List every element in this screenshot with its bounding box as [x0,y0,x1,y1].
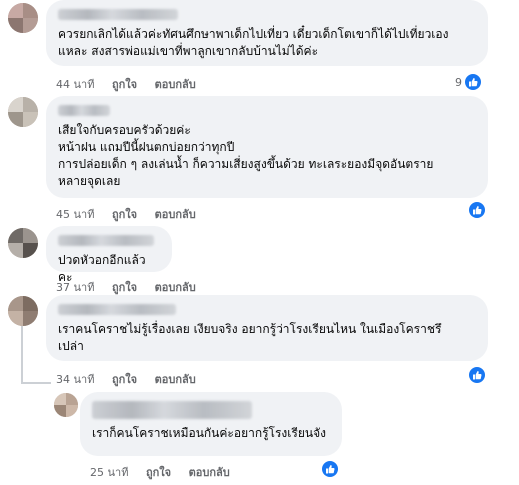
comment-text: ควรยกเลิกได้แล้วค่ะทัศนศึกษาพาเด็กไปเที่… [58,27,449,58]
like-icon [469,202,485,218]
author-name[interactable] [92,401,252,419]
avatar[interactable] [54,393,78,417]
reply-button[interactable]: ตอบกลับ [155,78,196,91]
reply-button[interactable]: ตอบกลับ [189,466,230,479]
author-name[interactable] [58,304,176,315]
comment-meta: 44 นาที ถูกใจ ตอบกลับ [56,75,210,93]
author-name[interactable] [58,9,178,20]
reaction-summary[interactable] [469,200,485,220]
reaction-summary[interactable] [322,459,338,479]
like-button[interactable]: ถูกใจ [112,78,137,91]
reply-bubble: เราก็คนโคราชเหมือนกันค่ะอยากรู้โรงเรียนจ… [80,392,342,456]
thread-branch [21,382,51,384]
like-button[interactable]: ถูกใจ [112,208,137,221]
reply-button[interactable]: ตอบกลับ [155,281,196,294]
comment-bubble: เสียใจกับครอบครัวด้วยค่ะ หน้าฝน แถมปีนี้… [46,96,488,198]
comment-text: เราก็คนโคราชเหมือนกันค่ะอยากรู้โรงเรียนจ… [92,426,326,440]
like-icon [465,74,481,90]
comment-time[interactable]: 37 นาที [56,281,94,294]
reaction-summary[interactable] [469,365,485,385]
avatar[interactable] [8,296,38,326]
comment-bubble: ควรยกเลิกได้แล้วค่ะทัศนศึกษาพาเด็กไปเที่… [46,0,488,66]
like-button[interactable]: ถูกใจ [146,466,171,479]
reply-button[interactable]: ตอบกลับ [155,208,196,221]
comment-meta: 37 นาที ถูกใจ ตอบกลับ [56,278,210,296]
comment-meta: 34 นาที ถูกใจ ตอบกลับ [56,370,210,388]
comment-time[interactable]: 45 นาที [56,208,94,221]
reply-button[interactable]: ตอบกลับ [155,373,196,386]
comment-text: เสียใจกับครอบครัวด้วยค่ะ หน้าฝน แถมปีนี้… [58,123,434,188]
reaction-summary[interactable]: 9 [455,72,481,92]
comment-text: เราคนโคราชไม่รู้เรื่องเลย เงียบจริง อยาก… [58,322,442,353]
comment-meta: 25 นาที ถูกใจ ตอบกลับ [90,463,244,481]
comment-time[interactable]: 25 นาที [90,466,128,479]
thread-line [21,324,23,384]
comment-meta: 45 นาที ถูกใจ ตอบกลับ [56,205,210,223]
comment-bubble: ปวดหัวอกอีกแล้วคะ [46,226,172,284]
author-name[interactable] [58,105,110,116]
comment-bubble: เราคนโคราชไม่รู้เรื่องเลย เงียบจริง อยาก… [46,295,488,361]
like-button[interactable]: ถูกใจ [112,281,137,294]
avatar[interactable] [8,97,38,127]
author-name[interactable] [58,235,154,246]
like-icon [322,461,338,477]
reaction-count: 9 [455,75,462,89]
comment-time[interactable]: 34 นาที [56,373,94,386]
like-button[interactable]: ถูกใจ [112,373,137,386]
like-icon [469,367,485,383]
comment-time[interactable]: 44 นาที [56,78,94,91]
avatar[interactable] [8,3,38,33]
avatar[interactable] [8,228,38,258]
